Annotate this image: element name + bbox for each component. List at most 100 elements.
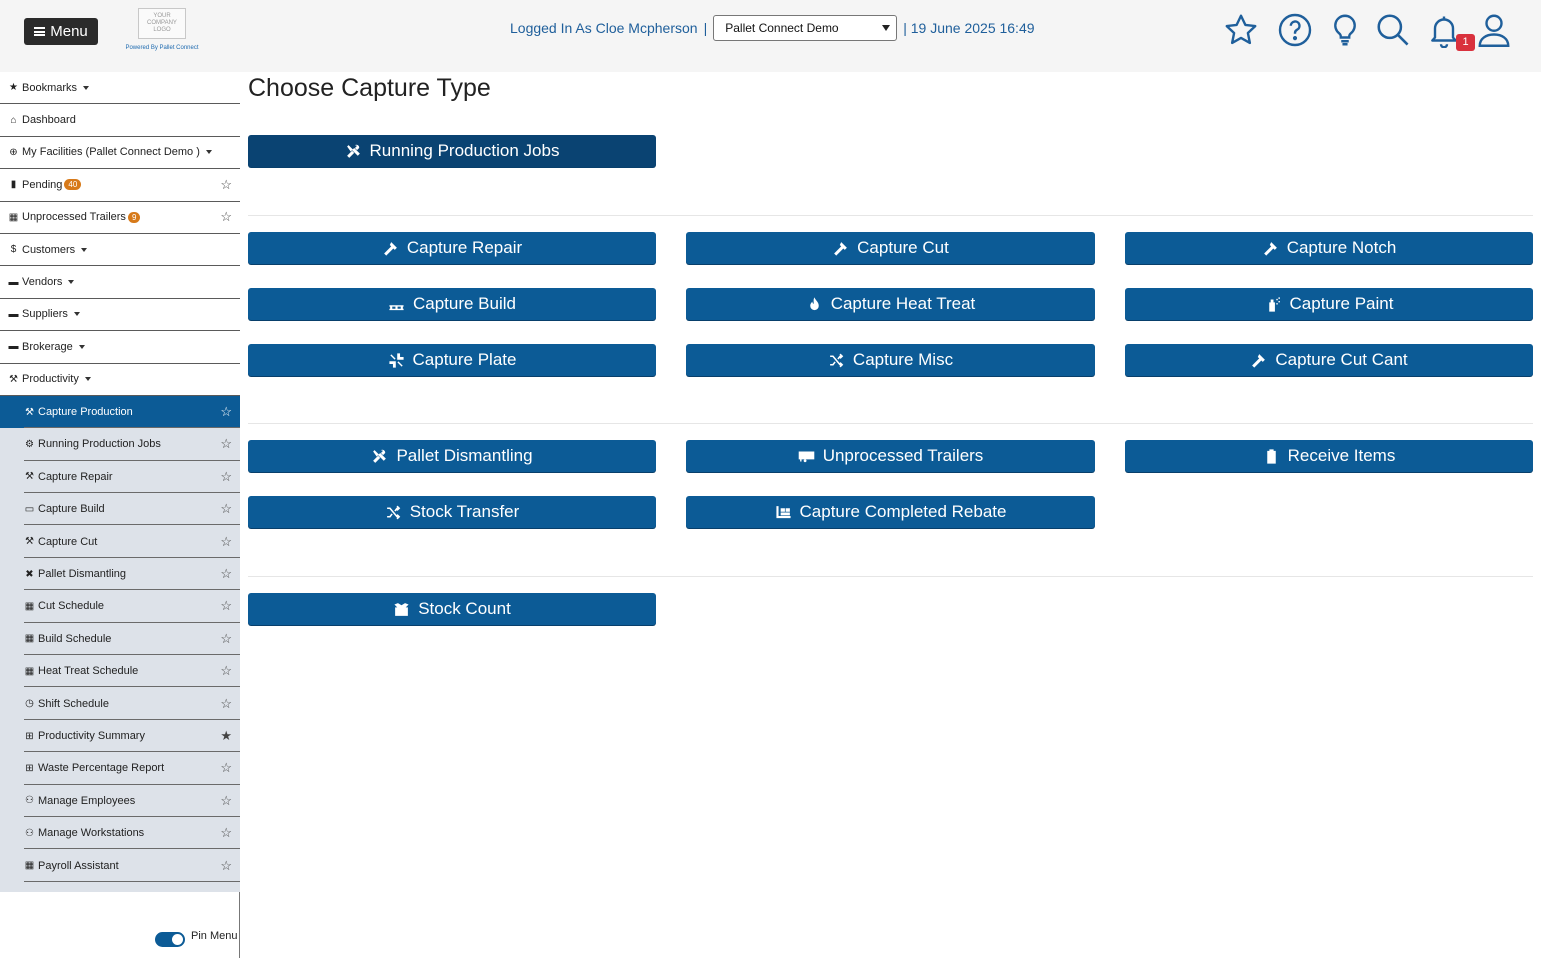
pallet-icon bbox=[389, 304, 404, 310]
stock-transfer-button[interactable]: Stock Transfer bbox=[248, 496, 656, 528]
stock-count-button[interactable]: Stock Count bbox=[248, 593, 656, 625]
bookmark-star-icon[interactable]: ☆ bbox=[220, 631, 232, 647]
capture-build-button[interactable]: Capture Build bbox=[248, 288, 656, 320]
bookmark-star-filled-icon[interactable]: ★ bbox=[220, 728, 232, 744]
pallet-dismantling-button[interactable]: Pallet Dismantling bbox=[248, 440, 656, 472]
fire-icon bbox=[809, 296, 819, 310]
sidebar-item-suppliers[interactable]: ▬ Suppliers bbox=[0, 298, 240, 332]
running-production-jobs-button[interactable]: Running Production Jobs bbox=[248, 135, 656, 167]
search-icon[interactable] bbox=[1373, 10, 1413, 50]
menu-button[interactable]: Menu bbox=[24, 18, 98, 45]
bookmark-star-icon[interactable]: ☆ bbox=[220, 858, 232, 874]
bookmark-star-icon[interactable]: ☆ bbox=[220, 469, 232, 485]
sidebar-item-capture-repair[interactable]: ⚒ Capture Repair ☆ bbox=[0, 460, 240, 494]
facility-select[interactable]: Pallet Connect Demo bbox=[713, 15, 898, 41]
sidebar-item-manage-workstations[interactable]: ⚇ Manage Workstations ☆ bbox=[0, 816, 240, 850]
capture-cut-cant-button[interactable]: Capture Cut Cant bbox=[1125, 344, 1533, 376]
section-divider bbox=[248, 423, 1533, 424]
bookmark-star-icon[interactable]: ☆ bbox=[220, 566, 232, 582]
clock-icon: ◷ bbox=[25, 698, 34, 710]
sidebar-item-build-schedule[interactable]: ▦ Build Schedule ☆ bbox=[0, 622, 240, 656]
sidebar-item-running-production-jobs[interactable]: ⚙ Running Production Jobs ☆ bbox=[0, 428, 240, 462]
receive-items-button[interactable]: Receive Items bbox=[1125, 440, 1533, 472]
tools-icon: ✖ bbox=[25, 568, 34, 580]
bookmark-star-icon[interactable]: ☆ bbox=[220, 793, 232, 809]
shuffle-icon bbox=[386, 505, 400, 519]
calendar-icon: ▦ bbox=[24, 860, 35, 872]
capture-plate-button[interactable]: Capture Plate bbox=[248, 344, 656, 376]
dolly-icon bbox=[775, 505, 791, 518]
pending-count-badge: 40 bbox=[64, 179, 82, 191]
logged-in-text: Logged In As Cloe Mcpherson bbox=[510, 20, 698, 36]
sidebar-item-cut-schedule[interactable]: ▦ Cut Schedule ☆ bbox=[0, 590, 240, 624]
bookmark-star-icon[interactable]: ☆ bbox=[220, 760, 232, 776]
unprocessed-trailers-button[interactable]: Unprocessed Trailers bbox=[686, 440, 1095, 472]
bookmark-star-icon[interactable]: ☆ bbox=[220, 436, 232, 452]
truck-icon: ▬ bbox=[8, 276, 19, 288]
chevron-down-icon bbox=[84, 377, 91, 382]
sidebar-item-capture-build[interactable]: ▭ Capture Build ☆ bbox=[0, 493, 240, 526]
home-icon: ⌂ bbox=[10, 114, 17, 126]
bookmark-star-icon[interactable] bbox=[1221, 10, 1261, 50]
capture-notch-button[interactable]: Capture Notch bbox=[1125, 232, 1533, 264]
hammer-icon: ⚒ bbox=[25, 536, 34, 548]
hamburger-icon bbox=[34, 27, 46, 36]
star-icon: ★ bbox=[9, 82, 18, 94]
sidebar-item-shift-schedule[interactable]: ◷ Shift Schedule ☆ bbox=[0, 687, 240, 721]
sidebar-item-cut-off[interactable] bbox=[0, 881, 240, 892]
page-title: Choose Capture Type bbox=[248, 74, 491, 102]
bookmark-star-icon[interactable]: ☆ bbox=[220, 696, 232, 712]
bookmark-star-icon[interactable]: ☆ bbox=[220, 209, 232, 225]
datetime-text: | 19 June 2025 16:49 bbox=[903, 20, 1035, 36]
capture-paint-button[interactable]: Capture Paint bbox=[1125, 288, 1533, 320]
capture-repair-button[interactable]: Capture Repair bbox=[248, 232, 656, 264]
powered-by-text: Powered By Pallet Connect bbox=[125, 45, 199, 51]
chevron-down-icon bbox=[81, 247, 88, 252]
hammer-icon: ⚒ bbox=[25, 406, 34, 418]
sidebar-item-capture-production[interactable]: ⚒ Capture Production ☆ bbox=[0, 395, 240, 429]
hammer-icon bbox=[1263, 241, 1277, 256]
pin-menu-toggle[interactable] bbox=[155, 932, 185, 947]
table-icon: ⊞ bbox=[25, 730, 34, 742]
sidebar-item-productivity-summary[interactable]: ⊞ Productivity Summary ★ bbox=[0, 719, 240, 753]
sidebar-item-heat-treat-schedule[interactable]: ▦ Heat Treat Schedule ☆ bbox=[0, 655, 240, 688]
sidebar-item-my-facilities[interactable]: ⊕ My Facilities (Pallet Connect Demo ) bbox=[0, 136, 240, 170]
bookmark-star-icon[interactable]: ☆ bbox=[220, 404, 232, 420]
sidebar-item-customers[interactable]: $ Customers bbox=[0, 233, 240, 267]
capture-cut-button[interactable]: Capture Cut bbox=[686, 232, 1095, 264]
user-icon[interactable] bbox=[1474, 10, 1514, 50]
pallet-icon: ▭ bbox=[24, 503, 35, 515]
sidebar-item-unprocessed-trailers[interactable]: ▦ Unprocessed Trailers 9 ☆ bbox=[0, 201, 240, 234]
users-icon: ⚇ bbox=[25, 827, 34, 839]
bookmark-star-icon[interactable]: ☆ bbox=[220, 177, 232, 193]
bookmark-star-icon[interactable]: ☆ bbox=[220, 501, 232, 517]
spray-can-icon bbox=[1268, 296, 1280, 312]
chevron-down-icon bbox=[78, 344, 85, 349]
capture-heat-treat-button[interactable]: Capture Heat Treat bbox=[686, 288, 1095, 320]
boxes-icon bbox=[394, 602, 409, 616]
capture-misc-button[interactable]: Capture Misc bbox=[686, 344, 1095, 376]
bookmark-star-icon[interactable]: ☆ bbox=[220, 825, 232, 841]
truck-loading-icon: ▬ bbox=[8, 308, 19, 320]
company-logo[interactable]: YOUR COMPANY LOGO bbox=[138, 8, 186, 39]
sidebar: ★ Bookmarks ⌂ Dashboard ⊕ My Facilities … bbox=[0, 72, 240, 958]
sidebar-item-pallet-dismantling[interactable]: ✖ Pallet Dismantling ☆ bbox=[0, 557, 240, 591]
sidebar-item-brokerage[interactable]: ▬ Brokerage bbox=[0, 331, 240, 364]
sidebar-item-dashboard[interactable]: ⌂ Dashboard bbox=[0, 104, 240, 137]
sidebar-item-payroll-assistant[interactable]: ▦ Payroll Assistant ☆ bbox=[0, 849, 240, 883]
trailers-count-badge: 9 bbox=[127, 211, 141, 223]
help-icon[interactable] bbox=[1275, 10, 1315, 50]
sidebar-item-manage-employees[interactable]: ⚇ Manage Employees ☆ bbox=[0, 784, 240, 818]
bookmark-star-icon[interactable]: ☆ bbox=[220, 534, 232, 550]
clipboard-icon: ▮ bbox=[10, 179, 17, 191]
capture-completed-rebate-button[interactable]: Capture Completed Rebate bbox=[686, 496, 1095, 528]
bookmark-star-icon[interactable]: ☆ bbox=[220, 663, 232, 679]
bookmark-star-icon[interactable]: ☆ bbox=[220, 598, 232, 614]
sidebar-item-bookmarks[interactable]: ★ Bookmarks bbox=[0, 72, 240, 105]
sidebar-item-capture-cut[interactable]: ⚒ Capture Cut ☆ bbox=[0, 525, 240, 559]
sidebar-item-vendors[interactable]: ▬ Vendors bbox=[0, 266, 240, 299]
lightbulb-icon[interactable] bbox=[1325, 10, 1365, 50]
sidebar-item-productivity[interactable]: ⚒ Productivity bbox=[0, 363, 240, 396]
sidebar-item-pending[interactable]: ▮ Pending 40 ☆ bbox=[0, 169, 240, 202]
sidebar-item-waste-percentage-report[interactable]: ⊞ Waste Percentage Report ☆ bbox=[0, 752, 240, 785]
